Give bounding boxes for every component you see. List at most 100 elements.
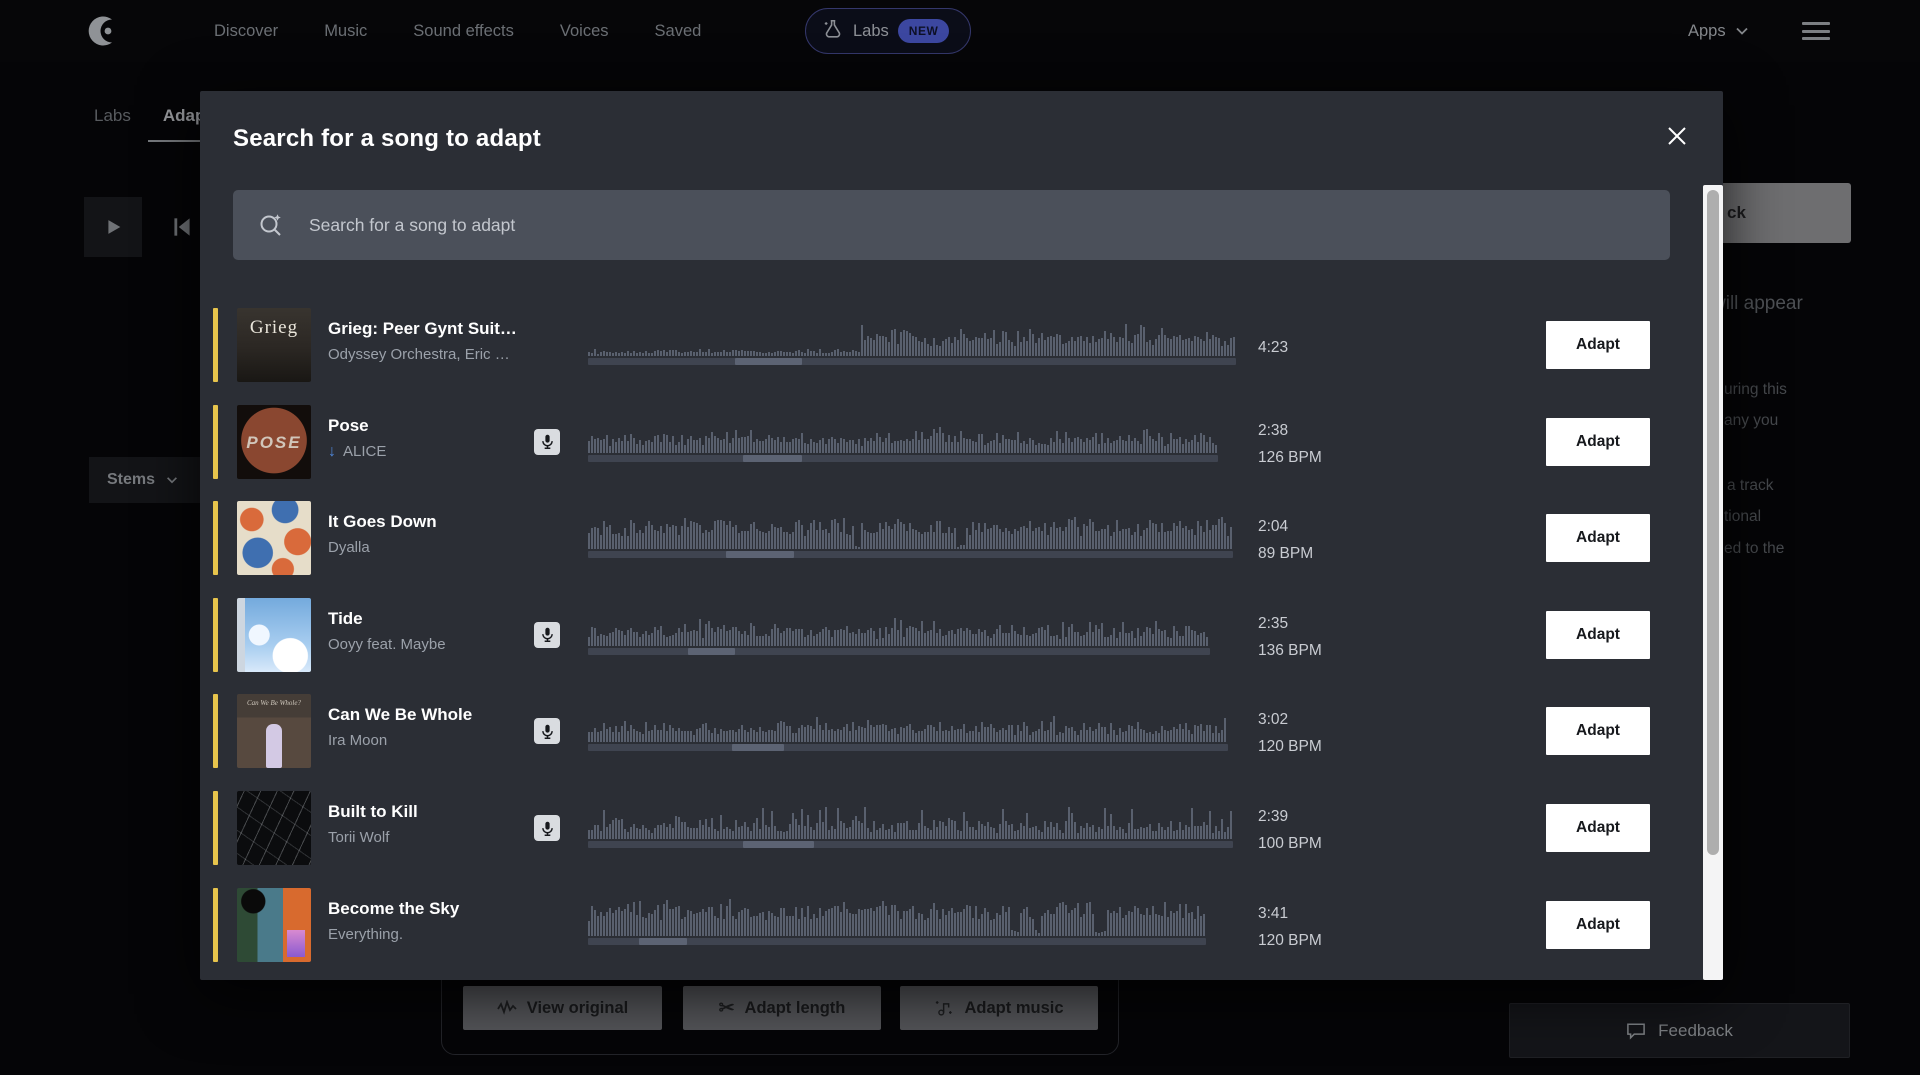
adapt-button[interactable]: Adapt — [1546, 901, 1650, 949]
album-art: POSE — [237, 405, 311, 479]
song-meta: Grieg: Peer Gynt Suit…Odyssey Orchestra,… — [328, 319, 528, 363]
view-original-button[interactable]: View original — [463, 986, 662, 1030]
duration: 2:39 — [1258, 803, 1322, 830]
song-artist: ↓ALICE — [328, 443, 528, 461]
nav-saved[interactable]: Saved — [655, 22, 702, 41]
accent-bar — [213, 405, 218, 479]
epidemic-sound-logo-icon[interactable] — [86, 13, 122, 49]
bg-text-fragment: ed to the — [1724, 540, 1784, 558]
search-input[interactable] — [307, 214, 1646, 237]
song-row[interactable]: Can We Be Whole?Can We Be WholeIra Moon3… — [200, 683, 1703, 779]
feedback-button[interactable]: Feedback — [1509, 1003, 1850, 1058]
bpm: 100 BPM — [1258, 830, 1322, 857]
waveform-progress-strip — [588, 455, 1218, 462]
vocals-mic-icon — [534, 622, 560, 648]
adapt-music-button[interactable]: Adapt music — [900, 986, 1098, 1030]
song-list: Grieg Grieg: Peer Gynt Suit…Odyssey Orche… — [200, 297, 1703, 980]
close-icon[interactable] — [1660, 119, 1694, 153]
waveform-progress-strip — [588, 551, 1233, 558]
nav-discover[interactable]: Discover — [214, 22, 278, 41]
vocals-mic-icon — [534, 429, 560, 455]
waveform[interactable] — [588, 894, 1206, 946]
adapt-button[interactable]: Adapt — [1546, 707, 1650, 755]
page-breadcrumb-tabs: Labs Adapt — [94, 106, 211, 126]
waveform[interactable] — [588, 604, 1210, 656]
waveform-progress-strip — [588, 841, 1233, 848]
waveform-progress-strip — [588, 938, 1206, 945]
nav-music[interactable]: Music — [324, 22, 367, 41]
song-meta: Can We Be WholeIra Moon — [328, 705, 528, 749]
duration-bpm: 2:39100 BPM — [1258, 802, 1322, 858]
album-art — [237, 501, 311, 575]
waveform[interactable] — [588, 314, 1236, 366]
song-title: Can We Be Whole — [328, 705, 528, 725]
nav-apps[interactable]: Apps — [1688, 0, 1750, 62]
waveform[interactable] — [588, 507, 1233, 559]
menu-icon[interactable] — [1802, 22, 1830, 40]
nav-labs[interactable]: Labs NEW — [805, 8, 971, 54]
bg-text-fragment: tional — [1724, 508, 1761, 526]
waveform-progress-strip — [588, 358, 1236, 365]
waveform[interactable] — [588, 797, 1233, 849]
album-art-text: Grieg — [237, 317, 311, 339]
search-song-modal: Search for a song to adapt GriegGrieg: P… — [200, 91, 1723, 980]
waveform-progress-strip — [588, 648, 1210, 655]
song-row[interactable]: Built to KillTorii Wolf 2:39100 BPM Adapt — [200, 780, 1703, 876]
bpm: 89 BPM — [1258, 540, 1313, 567]
labs-label: Labs — [853, 22, 889, 41]
stems-dropdown[interactable]: Stems — [89, 457, 211, 503]
accent-bar — [213, 598, 218, 672]
view-original-label: View original — [527, 999, 628, 1018]
accent-bar — [213, 501, 218, 575]
nav-links: Discover Music Sound effects Voices Save… — [214, 0, 701, 62]
nav-sound-effects[interactable]: Sound effects — [413, 22, 514, 41]
song-row[interactable]: It Goes DownDyalla2:0489 BPMAdapt — [200, 490, 1703, 586]
song-row[interactable]: Become the SkyEverything. 3:41120 BPM Adap… — [200, 877, 1703, 973]
apps-label: Apps — [1688, 22, 1726, 41]
song-meta: Pose ↓ALICE — [328, 416, 528, 461]
song-row[interactable]: POSEPose↓ALICE2:38126 BPMAdapt — [200, 394, 1703, 490]
tab-labs[interactable]: Labs — [94, 106, 131, 126]
top-nav: Discover Music Sound effects Voices Save… — [0, 0, 1920, 62]
duration: 3:41 — [1258, 900, 1322, 927]
nav-voices[interactable]: Voices — [560, 22, 609, 41]
flask-icon — [822, 18, 844, 45]
duration-bpm: 4:23 — [1258, 319, 1288, 375]
duration-bpm: 3:02120 BPM — [1258, 705, 1322, 761]
song-meta: Built to KillTorii Wolf — [328, 802, 528, 846]
song-meta: TideOoyy feat. Maybe — [328, 609, 528, 653]
waveform[interactable] — [588, 700, 1228, 752]
skip-back-button[interactable] — [162, 211, 202, 243]
app-screen: Discover Music Sound effects Voices Save… — [0, 0, 1920, 1075]
song-title: Pose — [328, 416, 528, 436]
song-row[interactable]: Grieg Grieg: Peer Gynt Suit…Odyssey Orche… — [200, 297, 1703, 393]
bg-text-fragment: uring this — [1724, 381, 1787, 399]
song-meta: Become the SkyEverything. — [328, 899, 528, 943]
duration-bpm: 2:35136 BPM — [1258, 609, 1322, 665]
play-button[interactable] — [84, 197, 142, 257]
adapt-button[interactable]: Adapt — [1546, 804, 1650, 852]
bg-text-fragment: any you — [1724, 412, 1778, 430]
adapt-button[interactable]: Adapt — [1546, 514, 1650, 562]
adapt-button[interactable]: Adapt — [1546, 418, 1650, 466]
adapt-length-button[interactable]: ✂ Adapt length — [683, 986, 881, 1030]
adapt-button[interactable]: Adapt — [1546, 321, 1650, 369]
scrollbar[interactable] — [1703, 185, 1723, 980]
duration-bpm: 3:41120 BPM — [1258, 899, 1322, 955]
waveform[interactable] — [588, 411, 1218, 463]
song-title: Built to Kill — [328, 802, 528, 822]
song-artist: Odyssey Orchestra, Eric … — [328, 346, 528, 363]
accent-bar — [213, 308, 218, 382]
waveform-progress-strip — [588, 744, 1228, 751]
scissors-icon: ✂ — [719, 997, 735, 1020]
adapt-button[interactable]: Adapt — [1546, 611, 1650, 659]
song-title: It Goes Down — [328, 512, 528, 532]
accent-bar — [213, 888, 218, 962]
play-icon — [102, 216, 124, 238]
song-meta: It Goes DownDyalla — [328, 512, 528, 556]
chevron-down-icon — [165, 473, 179, 487]
song-row[interactable]: TideOoyy feat. Maybe 2:35136 BPM Adapt — [200, 587, 1703, 683]
song-artist: Ooyy feat. Maybe — [328, 636, 528, 653]
album-art — [237, 791, 311, 865]
scrollbar-thumb[interactable] — [1707, 190, 1719, 855]
